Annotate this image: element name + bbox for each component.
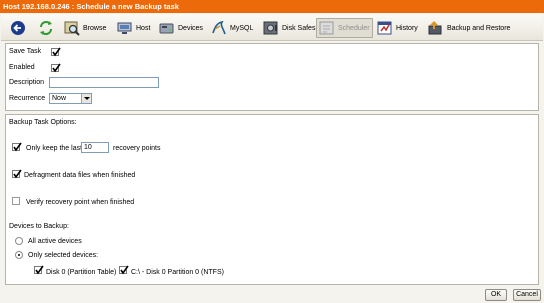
verify-checkbox[interactable]: [12, 197, 20, 205]
toolbar: Browse Host Devices MySQL Disk Safes Sch…: [1, 14, 543, 41]
toolbar-scheduler[interactable]: Scheduler: [316, 18, 373, 38]
toolbar-scheduler-label: Scheduler: [338, 24, 370, 32]
selected-devices-label: Only selected devices:: [28, 252, 99, 259]
device1-label: Disk 0 (Partition Table): [46, 269, 117, 276]
defragment-checkbox[interactable]: [12, 169, 22, 179]
selected-devices-radio[interactable]: [15, 251, 23, 259]
refresh-icon: [40, 21, 52, 35]
mysql-icon: [212, 20, 226, 35]
enabled-checkbox[interactable]: [51, 63, 61, 73]
window-title: Host 192.168.0.246 : Schedule a new Back…: [0, 0, 544, 13]
toolbar-devices[interactable]: Devices: [159, 18, 203, 38]
recurrence-label: Recurrence: [9, 95, 46, 102]
all-devices-radio[interactable]: [15, 237, 23, 245]
back-button[interactable]: [10, 18, 29, 38]
description-input[interactable]: [49, 77, 159, 88]
toolbar-browse-label: Browse: [83, 24, 107, 32]
ok-button[interactable]: OK: [485, 289, 507, 301]
toolbar-host[interactable]: Host: [117, 18, 150, 38]
cancel-button[interactable]: Cancel: [513, 289, 541, 301]
checkmark-icon: [13, 142, 22, 152]
toolbar-mysql-label: MySQL: [230, 24, 254, 32]
disk-safes-icon: [263, 21, 278, 35]
device2-checkbox[interactable]: [119, 265, 129, 275]
description-label: Description: [9, 79, 45, 86]
toolbar-backup-restore[interactable]: Backup and Restore: [428, 18, 510, 38]
toolbar-disk-safes-label: Disk Safes: [282, 24, 316, 32]
enabled-label: Enabled: [9, 64, 35, 71]
backup-options-panel: Backup Task Options: Only keep the last …: [5, 114, 539, 285]
checkmark-icon: [13, 169, 22, 179]
checkmark-icon: [35, 265, 44, 275]
save-task-checkbox[interactable]: [51, 47, 61, 57]
checkmark-icon: [52, 63, 61, 73]
save-task-label: Save Task: [9, 48, 42, 55]
defragment-label: Defragment data files when finished: [24, 172, 136, 179]
toolbar-devices-label: Devices: [178, 24, 203, 32]
toolbar-disk-safes[interactable]: Disk Safes: [263, 18, 315, 38]
recurrence-select[interactable]: Now: [49, 93, 92, 104]
verify-label: Verify recovery point when finished: [26, 199, 135, 206]
checkmark-icon: [120, 265, 129, 275]
keep-last-checkbox[interactable]: [12, 142, 22, 152]
toolbar-mysql[interactable]: MySQL: [211, 18, 253, 38]
devices-heading: Devices to Backup:: [9, 223, 69, 230]
device1-checkbox[interactable]: [34, 265, 44, 275]
keep-last-label: Only keep the last: [26, 145, 83, 152]
keep-last-input[interactable]: 10: [81, 142, 109, 153]
history-icon: [377, 21, 392, 35]
browse-icon: [64, 21, 80, 36]
toolbar-history[interactable]: History: [377, 18, 418, 38]
toolbar-browse[interactable]: Browse: [64, 18, 106, 38]
chevron-down-icon: [81, 94, 91, 103]
host-icon: [117, 22, 132, 34]
back-arrow-icon: [11, 21, 25, 35]
toolbar-host-label: Host: [136, 24, 151, 32]
toolbar-history-label: History: [396, 24, 418, 32]
toolbar-backup-restore-label: Backup and Restore: [447, 24, 511, 32]
recovery-points-label: recovery points: [113, 145, 161, 152]
scheduler-icon: [319, 21, 334, 35]
backup-restore-icon: [428, 21, 442, 35]
device2-label: C:\ - Disk 0 Partition 0 (NTFS): [131, 269, 224, 276]
checkmark-icon: [52, 47, 61, 57]
options-heading: Backup Task Options:: [9, 119, 77, 126]
devices-icon: [159, 23, 174, 34]
all-devices-label: All active devices: [28, 238, 82, 245]
refresh-button[interactable]: [38, 18, 57, 38]
recurrence-value: Now: [52, 95, 67, 102]
task-panel: Save Task Enabled Description Recurrence…: [5, 43, 539, 111]
